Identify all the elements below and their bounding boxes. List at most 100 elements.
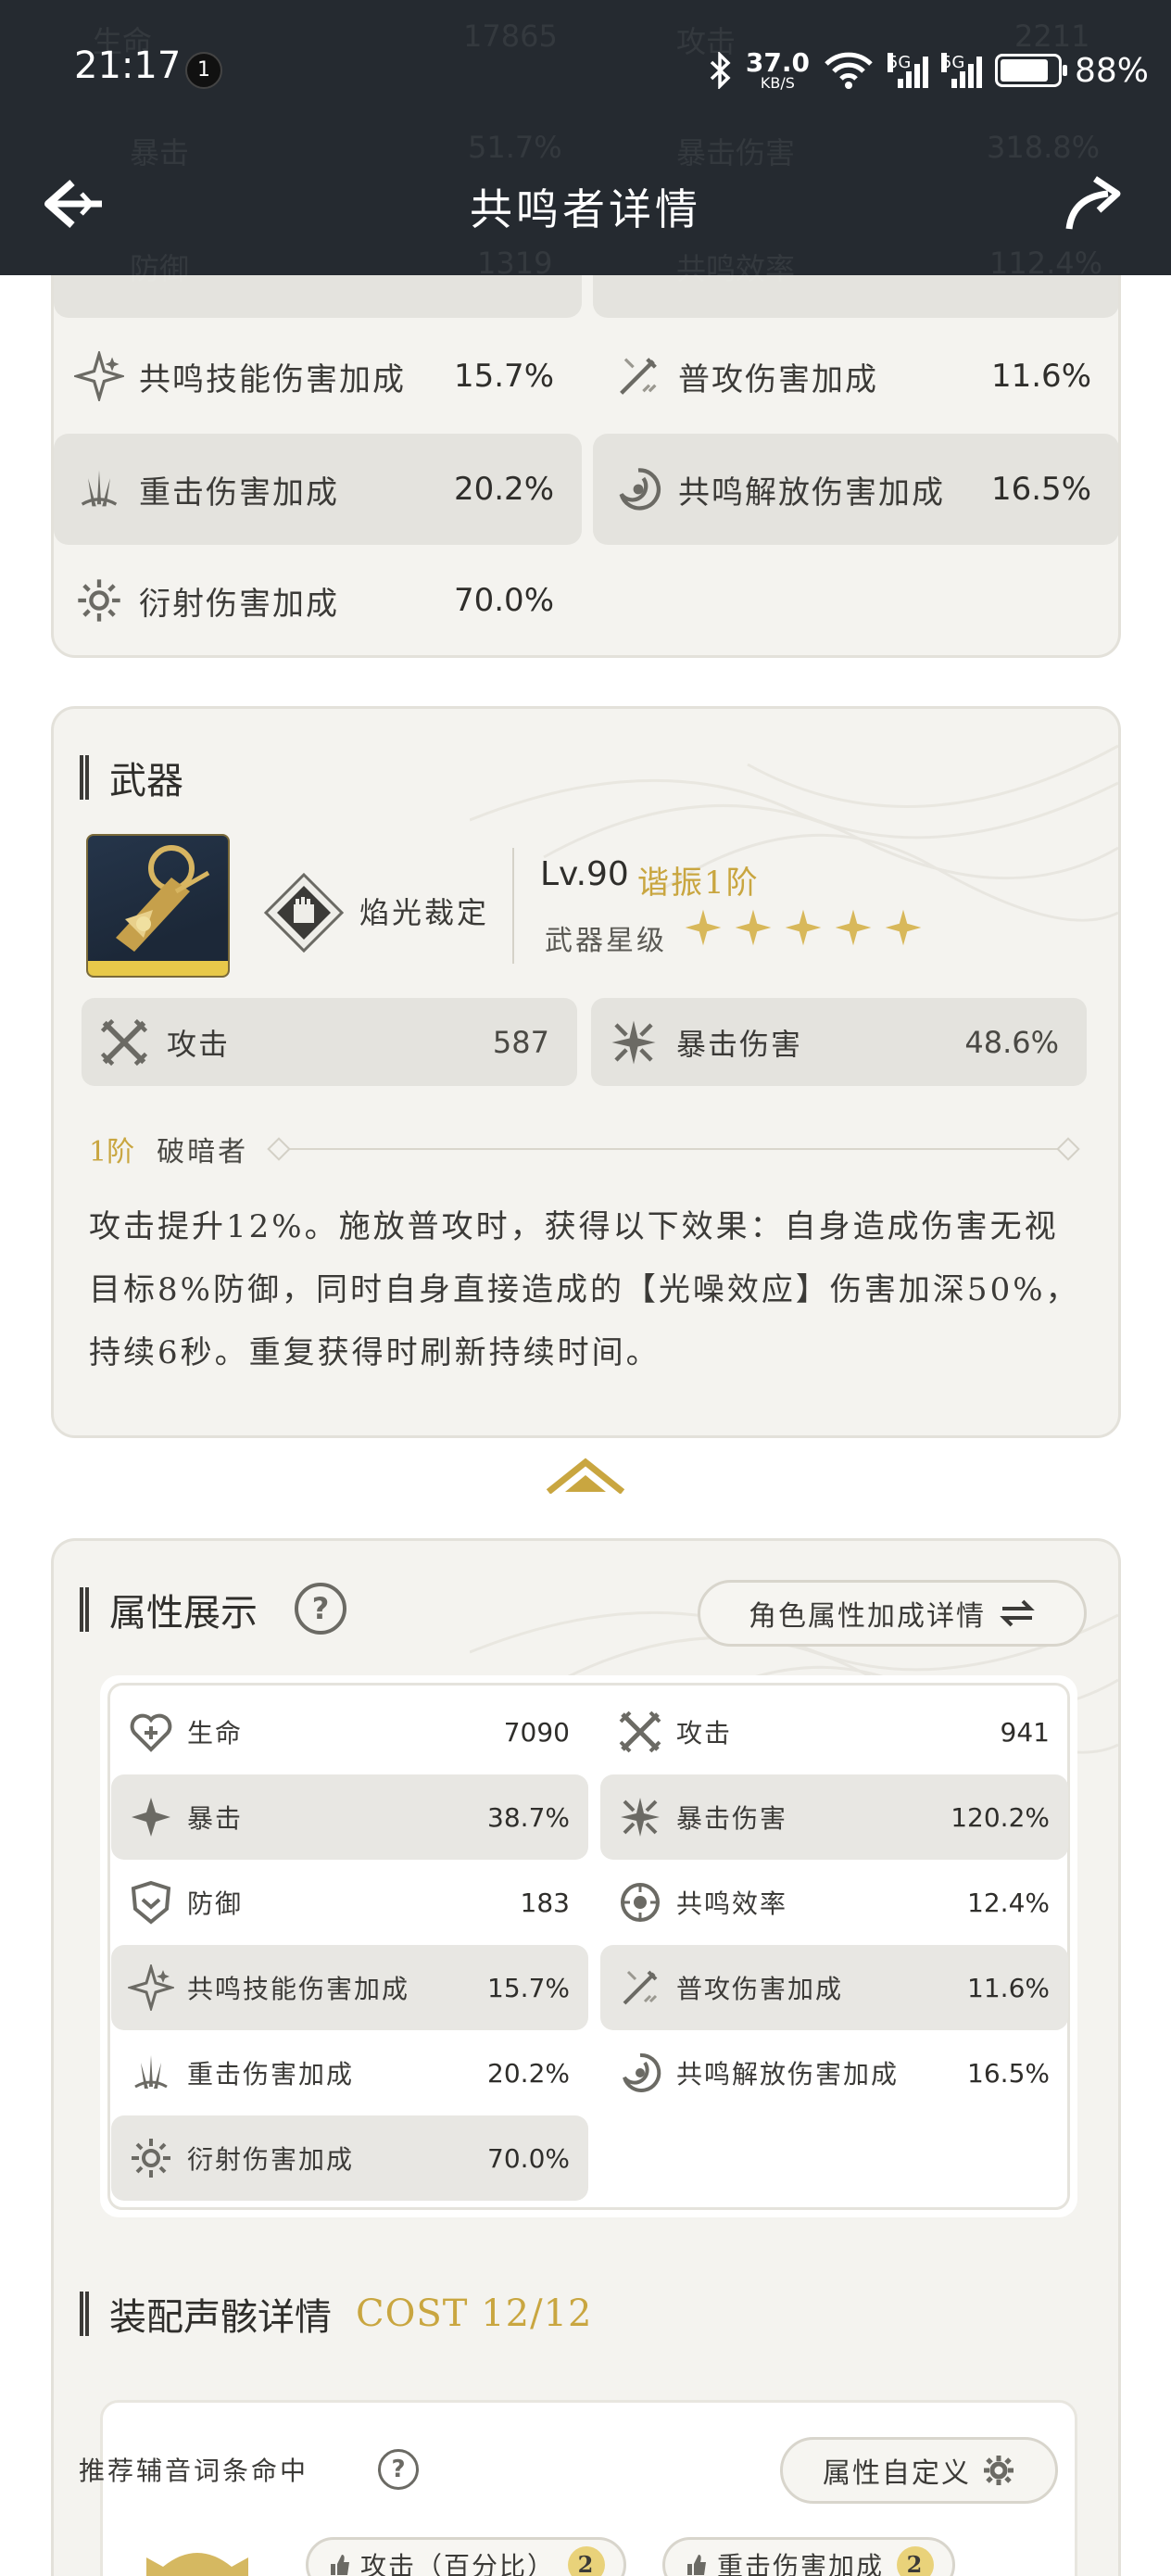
resonance-liberation-icon bbox=[613, 464, 663, 514]
gold-star-icon bbox=[684, 908, 723, 947]
attr-value: 15.7% bbox=[487, 1972, 570, 2003]
stat-value: 11.6% bbox=[990, 358, 1091, 395]
attr-defense: 防御 183 bbox=[111, 1860, 588, 1945]
cell-signal-2-icon: 5G bbox=[940, 53, 982, 88]
app-header: 生命 17865 攻击 2211 暴击 51.7% 暴击伤害 318.8% 防御… bbox=[0, 0, 1171, 286]
total-stats-card: 共鸣技能伤害加成 15.7% 普攻伤害加成 11.6% 重击伤害加成 20.2%… bbox=[51, 213, 1121, 658]
crit-icon bbox=[128, 1794, 174, 1840]
attr-label: 防御 bbox=[187, 1888, 244, 1919]
stat-basic-attack: 普攻伤害加成 11.6% bbox=[593, 321, 1118, 432]
attack-icon bbox=[617, 1709, 663, 1755]
stat-value: 20.2% bbox=[453, 471, 554, 508]
basic-attack-icon bbox=[617, 1964, 663, 2011]
echo-tag-attack-percent: 攻击（百分比） 2 bbox=[306, 2537, 627, 2576]
section-bar bbox=[80, 2292, 89, 2336]
attr-label: 衍射伤害加成 bbox=[187, 2144, 355, 2175]
attr-label: 暴击 bbox=[187, 1803, 244, 1834]
weapon-name: 焰光裁定 bbox=[359, 895, 490, 930]
attr-value: 7090 bbox=[503, 1716, 570, 1748]
stat-label: 衍射伤害加成 bbox=[139, 585, 339, 623]
gold-star-icon bbox=[834, 908, 873, 947]
divider bbox=[512, 848, 514, 964]
crit-damage-icon bbox=[608, 1017, 660, 1068]
passive-rank: 1阶 bbox=[89, 1136, 135, 1168]
signal-type: 5G bbox=[887, 53, 912, 72]
crit-damage-icon bbox=[617, 1794, 663, 1840]
defense-icon bbox=[128, 1879, 174, 1926]
heavy-attack-icon bbox=[128, 2050, 174, 2096]
weapon-type-gauntlet-icon bbox=[263, 872, 345, 953]
wifi-icon bbox=[825, 52, 873, 89]
section-bar bbox=[80, 1587, 89, 1632]
battery-percent: 88% bbox=[1074, 51, 1149, 90]
attribute-bonus-button[interactable]: 角色属性加成详情 bbox=[698, 1580, 1087, 1647]
ghost-value: 112.4% bbox=[989, 246, 1103, 281]
help-icon[interactable]: ? bbox=[378, 2449, 419, 2490]
attributes-card: 属性展示 ? 角色属性加成详情 生命 7090 攻击 941 暴击 38.7% … bbox=[51, 1538, 1121, 2344]
tag-count: 2 bbox=[568, 2546, 606, 2576]
weapon-stat-crit-damage: 暴击伤害 48.6% bbox=[591, 998, 1087, 1086]
energy-regen-icon bbox=[617, 1879, 663, 1926]
hp-icon bbox=[128, 1709, 174, 1755]
button-label: 属性自定义 bbox=[823, 2457, 971, 2490]
page-title: 共鸣者详情 bbox=[470, 184, 701, 234]
cell-signal-1-icon: 5G bbox=[887, 53, 928, 88]
attributes-panel: 生命 7090 攻击 941 暴击 38.7% 暴击伤害 120.2% 防御 1… bbox=[100, 1675, 1077, 2217]
attr-label: 攻击 bbox=[676, 1718, 733, 1749]
swap-arrows-icon bbox=[1000, 1599, 1035, 1627]
echo-tag-heavy-attack: 重击伤害加成 2 bbox=[662, 2537, 956, 2576]
ghost-value: 1319 bbox=[477, 246, 553, 281]
section-bar bbox=[80, 755, 89, 800]
battery-icon bbox=[994, 54, 1067, 87]
attr-crit: 暴击 38.7% bbox=[111, 1774, 588, 1860]
stat-label: 共鸣解放伤害加成 bbox=[678, 474, 945, 511]
stat-value: 70.0% bbox=[453, 582, 554, 619]
rarity-bar bbox=[88, 961, 228, 976]
attr-value: 20.2% bbox=[487, 2057, 570, 2089]
gear-icon bbox=[984, 2456, 1014, 2485]
thumbs-up-icon bbox=[331, 2555, 349, 2575]
bluetooth-icon bbox=[710, 52, 731, 89]
attr-value: 38.7% bbox=[487, 1801, 570, 1833]
weapon-image[interactable] bbox=[86, 834, 230, 978]
stat-value: 48.6% bbox=[964, 1024, 1059, 1060]
divider bbox=[276, 1148, 1071, 1150]
attr-value: 11.6% bbox=[967, 1972, 1050, 2003]
resonance-liberation-icon bbox=[617, 2050, 663, 2096]
attr-resonance-liberation: 共鸣解放伤害加成 16.5% bbox=[600, 2030, 1068, 2115]
weapon-star-label: 武器星级 bbox=[545, 925, 667, 957]
stat-resonance-liberation: 共鸣解放伤害加成 16.5% bbox=[593, 434, 1118, 545]
tag-label: 重击伤害加成 bbox=[717, 2551, 885, 2576]
net-speed-value: 37.0 bbox=[745, 47, 810, 78]
attr-spectro: 衍射伤害加成 70.0% bbox=[111, 2115, 588, 2201]
collapse-chevron-icon[interactable] bbox=[545, 1457, 626, 1494]
attr-attack: 攻击 941 bbox=[600, 1689, 1068, 1774]
passive-header: 1阶 破暗者 bbox=[89, 1130, 1089, 1168]
echo-portrait-badge[interactable] bbox=[137, 2539, 258, 2576]
attr-value: 183 bbox=[520, 1887, 570, 1918]
net-speed-unit: KB/S bbox=[760, 74, 795, 92]
weapon-section-title: 武器 bbox=[80, 751, 183, 804]
share-icon[interactable] bbox=[1060, 171, 1125, 236]
attr-label: 暴击伤害 bbox=[676, 1803, 788, 1834]
status-indicators: 37.0 KB/S 5G 5G 88% bbox=[709, 44, 1149, 96]
attr-label: 共鸣技能伤害加成 bbox=[187, 1974, 410, 2004]
stat-value: 587 bbox=[492, 1024, 549, 1060]
help-icon[interactable]: ? bbox=[295, 1583, 346, 1635]
stat-label: 重击伤害加成 bbox=[139, 474, 339, 511]
section-title-text: 武器 bbox=[109, 760, 183, 802]
ghost-label: 防御 bbox=[130, 251, 190, 286]
weapon-stars bbox=[684, 908, 923, 947]
attr-label: 普攻伤害加成 bbox=[676, 1974, 844, 2004]
weapon-rank: 谐振1阶 bbox=[637, 865, 760, 902]
weapon-card: 武器 焰光裁定 Lv.90 谐振1阶 武器星级 攻击 587 暴击伤害 48.6… bbox=[51, 706, 1121, 1438]
custom-attribute-button[interactable]: 属性自定义 bbox=[780, 2437, 1058, 2504]
passive-description: 攻击提升12%。施放普攻时，获得以下效果：自身造成伤害无视目标8%防御，同时自身… bbox=[89, 1208, 1080, 1371]
tag-count: 2 bbox=[897, 2546, 935, 2576]
attr-value: 941 bbox=[1000, 1716, 1050, 1748]
signal-type: 5G bbox=[940, 53, 965, 72]
weapon-art bbox=[116, 845, 210, 952]
attr-energy-regen: 共鸣效率 12.4% bbox=[600, 1860, 1068, 1945]
section-title-text: 属性展示 bbox=[109, 1592, 258, 1635]
stat-label: 攻击 bbox=[167, 1026, 231, 1062]
